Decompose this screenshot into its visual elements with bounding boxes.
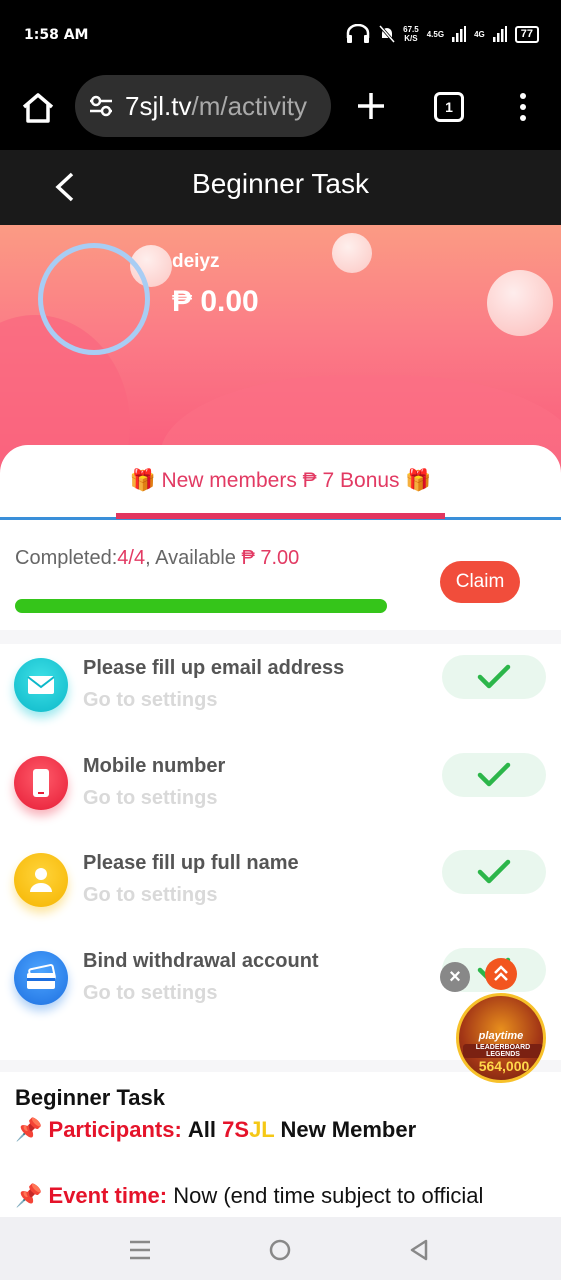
task-card: 🎁 New members ₱ 7 Bonus 🎁 Completed:4/4,… [0,445,561,1280]
completed-label: Completed: [15,547,118,569]
site-settings-icon[interactable] [88,94,114,118]
task-settings-link[interactable]: Go to settings [83,689,217,712]
decor-bubble [332,233,372,273]
event-value: Now (end time subject to official [173,1183,484,1208]
status-bar: 1:58 AM 67.5 K/S 4.5G 4G 77 [0,0,561,70]
net-speed: 67.5 K/S [403,25,419,43]
task-settings-link[interactable]: Go to settings [83,787,217,810]
tab-label: 🎁 New members ₱ 7 Bonus 🎁 [129,469,432,492]
tab-switcher-button[interactable]: 1 [434,92,464,122]
recents-icon[interactable] [128,1239,152,1261]
description-title: Beginner Task [15,1085,165,1110]
event-time-line: 📌 Event time: Now (end time subject to o… [15,1183,550,1209]
url-bar[interactable]: 7sjl.tv/m/activity [75,75,331,137]
progress-bar [15,599,387,615]
url-domain: 7sjl.tv [125,91,192,121]
battery-icon: 77 [514,25,539,43]
tab-new-members-bonus[interactable]: 🎁 New members ₱ 7 Bonus 🎁 [0,445,561,519]
task-title: Mobile number [83,754,226,777]
signal-bars-icon-2 [492,26,507,42]
task-completed-badge [442,850,546,894]
promo-brand: playtime [478,1030,524,1042]
task-settings-link[interactable]: Go to settings [83,982,217,1005]
participants-line: 📌 Participants: All 7SJL New Member [15,1117,417,1142]
pin-icon: 📌 [15,1183,49,1208]
progress-fill [15,599,387,613]
system-nav-bar [0,1217,561,1280]
decor-bubble [487,270,553,336]
section-divider [0,630,561,644]
page-title: Beginner Task [192,168,369,199]
chevron-up-icon [494,965,508,981]
task-row[interactable]: Mobile number Go to settings [0,742,561,838]
claim-button[interactable]: Claim [440,561,520,603]
home-nav-icon[interactable] [268,1238,292,1262]
username: deiyz [172,251,220,272]
close-promo-button[interactable]: × [440,962,470,992]
avatar[interactable] [38,243,150,355]
checkmark-icon [477,762,511,786]
email-icon [14,658,68,712]
mobile-icon [14,755,68,810]
task-title: Bind withdrawal account [83,949,319,972]
task-title: Please fill up email address [83,657,345,679]
new-tab-icon[interactable] [355,90,387,122]
browser-toolbar: 7sjl.tv/m/activity 1 [0,70,561,150]
active-tab-indicator [116,513,445,519]
more-options-icon[interactable] [514,92,532,122]
promo-subtitle: LEADERBOARD LEGENDS [463,1044,543,1058]
signal-1-label: 4.5G [426,29,445,39]
balance: ₱ 0.00 [172,285,259,318]
promo-amount: 564,000 [478,1058,530,1074]
pin-icon: 📌 [15,1117,49,1142]
user-icon [14,853,68,907]
available-value: ₱ 7.00 [241,547,300,569]
scroll-top-button[interactable] [485,958,517,990]
card-icon [14,950,68,1005]
signal-bars-icon [452,26,467,42]
url-path: /m/activity [191,91,308,121]
task-description: Beginner Task 📌 Participants: All 7SJL N… [15,1085,550,1209]
task-completed-badge [442,655,546,699]
task-row[interactable]: Please fill up email address Go to settin… [0,644,561,740]
task-title: Please fill up full name [83,852,299,874]
available-label: , Available [145,547,242,569]
completed-value: 4/4 [117,547,146,569]
task-completed-badge [442,752,546,797]
back-nav-icon[interactable] [408,1238,430,1262]
participants-label: Participants: [48,1117,182,1142]
checkmark-icon [477,664,511,689]
progress-summary: Completed:4/4, Available ₱ 7.00 [15,547,299,570]
signal-2-label: 4G [474,29,485,39]
event-label: Event time: [48,1183,168,1208]
promo-badge[interactable]: playtime LEADERBOARD LEGENDS 564,000 [456,993,546,1083]
headphones-icon [346,24,370,43]
task-settings-link[interactable]: Go to settings [83,884,217,907]
status-icons: 67.5 K/S 4.5G 4G 77 [345,24,539,44]
status-time: 1:58 AM [24,27,89,43]
mute-bell-icon [379,25,396,43]
home-icon[interactable] [20,90,56,126]
checkmark-icon [477,859,511,884]
page-header: Beginner Task [0,150,561,225]
task-row[interactable]: Please fill up full name Go to settings [0,839,561,935]
